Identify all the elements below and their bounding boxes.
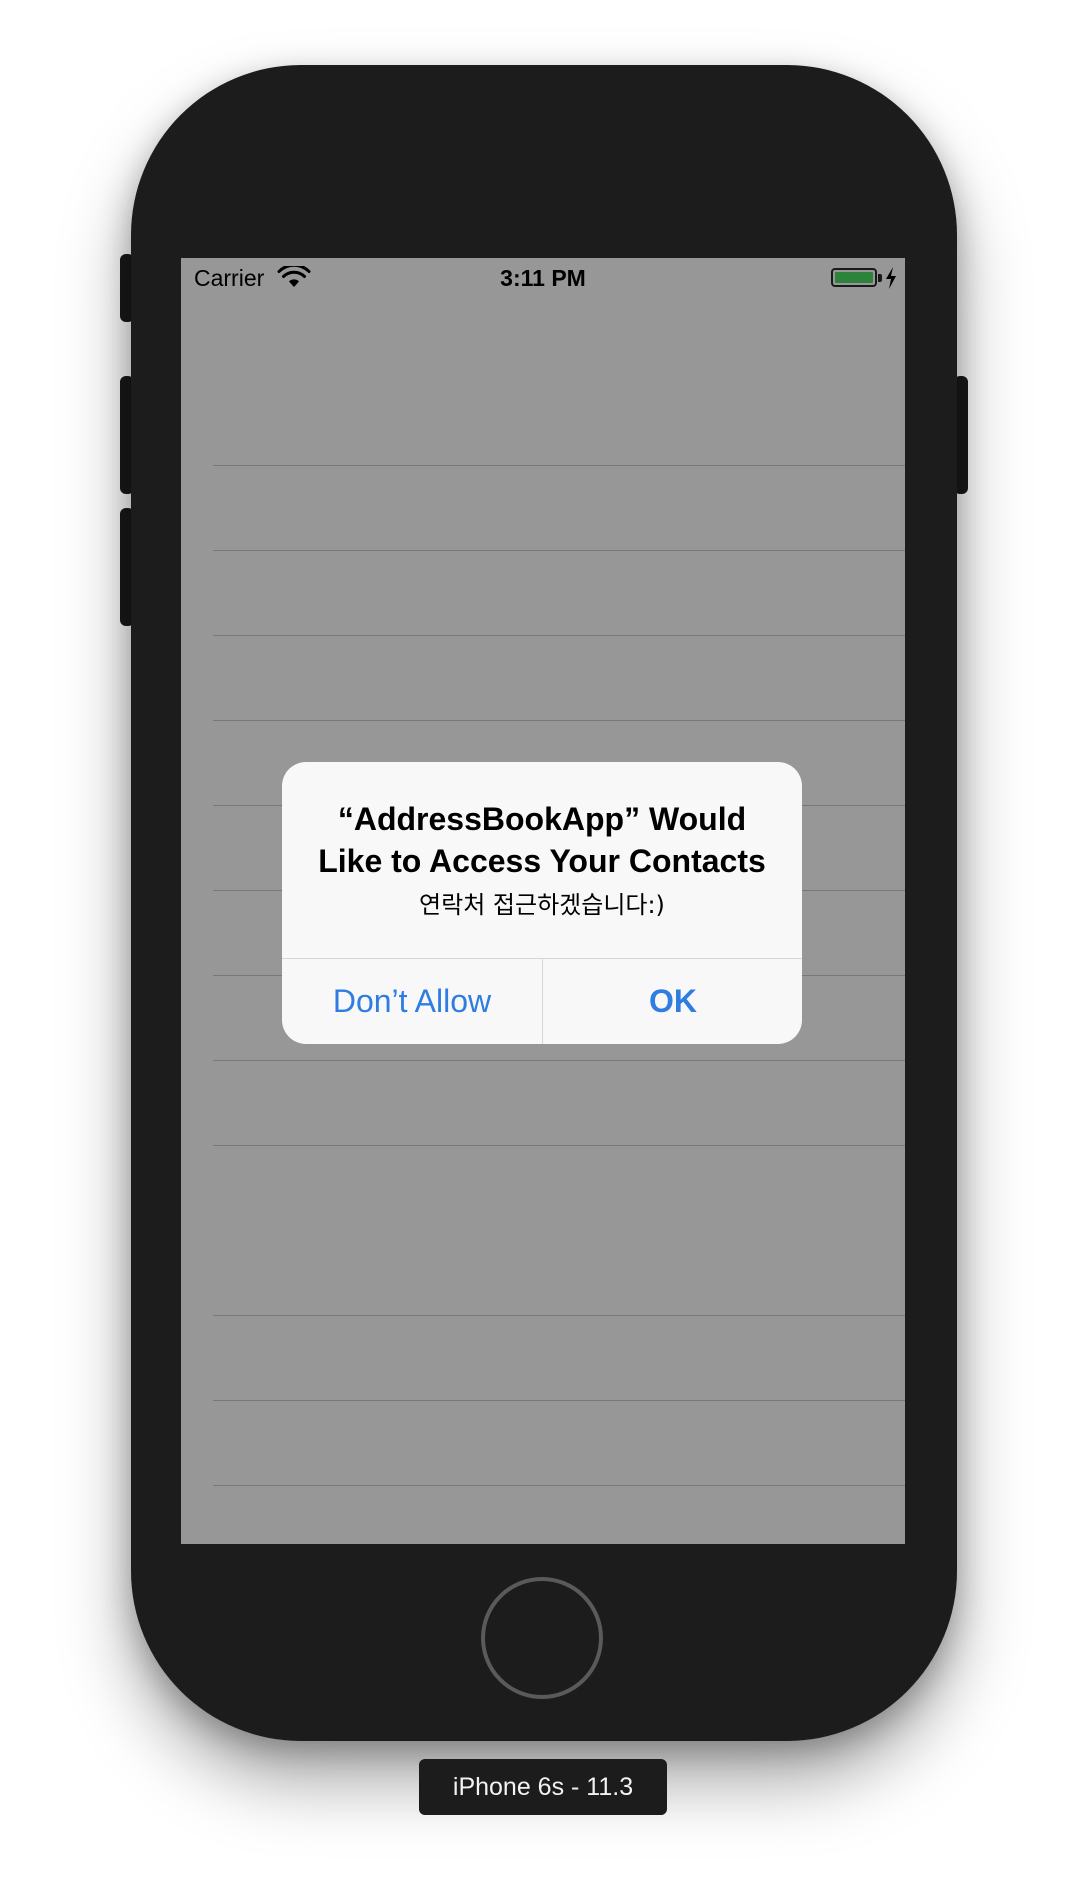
device-name-label: iPhone 6s - 11.3	[419, 1759, 667, 1815]
alert-message: 연락처 접근하겠습니다:)	[419, 891, 665, 919]
home-button[interactable]	[481, 1577, 603, 1699]
device-screen: Carrier 3:11 PM “AddressBookApp” Would L…	[181, 258, 905, 1544]
alert-title: “AddressBookApp” Would Like to Access Yo…	[318, 801, 766, 879]
contacts-permission-alert: “AddressBookApp” Would Like to Access Yo…	[282, 762, 802, 1044]
dont-allow-button[interactable]: Don’t Allow	[282, 959, 542, 1044]
ok-button[interactable]: OK	[543, 959, 802, 1044]
simulator-stage: Carrier 3:11 PM “AddressBookApp” Would L…	[0, 0, 1088, 1902]
